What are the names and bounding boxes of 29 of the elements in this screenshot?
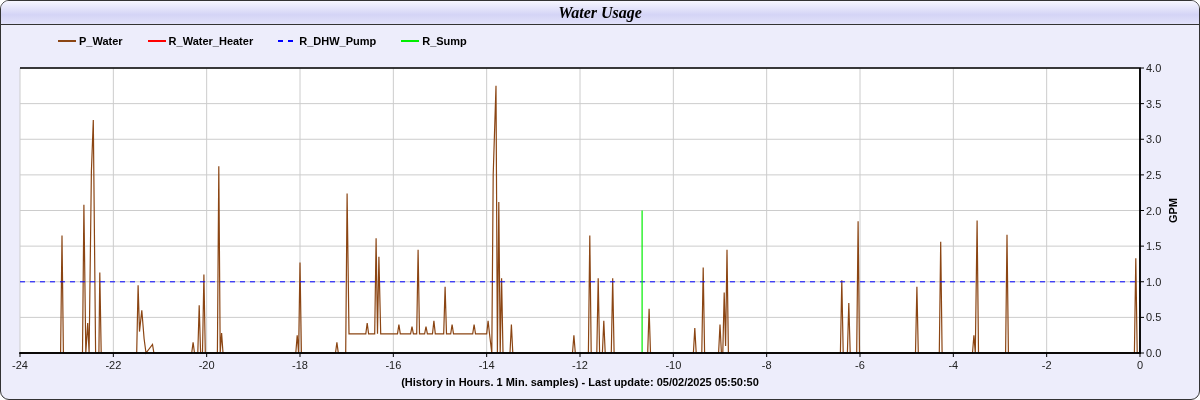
axis-title: GPM <box>1167 197 1179 224</box>
axis-tick-label: 3.0 <box>1146 133 1162 146</box>
legend-label: R_DHW_Pump <box>299 34 377 47</box>
axis-tick-label: -20 <box>198 359 215 371</box>
axis-tick-label: -24 <box>12 359 28 371</box>
axis-tick-label: -10 <box>665 359 682 371</box>
axis-tick-label: -6 <box>855 359 865 371</box>
legend-label: R_Sump <box>422 34 467 47</box>
axis-tick-label: -4 <box>948 359 959 371</box>
panel-title: Water Usage <box>558 3 642 22</box>
legend-label: P_Water <box>79 34 123 47</box>
axis-tick-label: -16 <box>385 359 402 371</box>
axis-title: (History in Hours. 1 Min. samples) - Last update: 05/02/2025 05:50:50 <box>401 376 759 388</box>
axis-tick-label: -14 <box>478 359 495 371</box>
axis-tick-label: -8 <box>761 359 772 371</box>
axis-tick-label: 1.5 <box>1146 240 1162 253</box>
axis-tick-label: -12 <box>572 359 588 371</box>
axis-tick-label: 0.0 <box>1146 347 1162 359</box>
axis-tick-label: -18 <box>292 359 308 371</box>
axis-tick-label: 4.0 <box>1146 62 1162 74</box>
axis-tick-label: 3.5 <box>1146 97 1162 110</box>
axis-tick-label: -22 <box>105 359 122 371</box>
axis-tick-label: 2.5 <box>1146 168 1162 181</box>
axis-tick-label: 0 <box>1136 359 1144 371</box>
axis-tick-label: -2 <box>1041 359 1052 371</box>
axis-tick-label: 1.0 <box>1146 275 1162 288</box>
axis-tick-label: 0.5 <box>1146 311 1162 324</box>
axis-tick-label: 2.0 <box>1146 204 1162 217</box>
legend-label: R_Water_Heater <box>168 34 254 47</box>
